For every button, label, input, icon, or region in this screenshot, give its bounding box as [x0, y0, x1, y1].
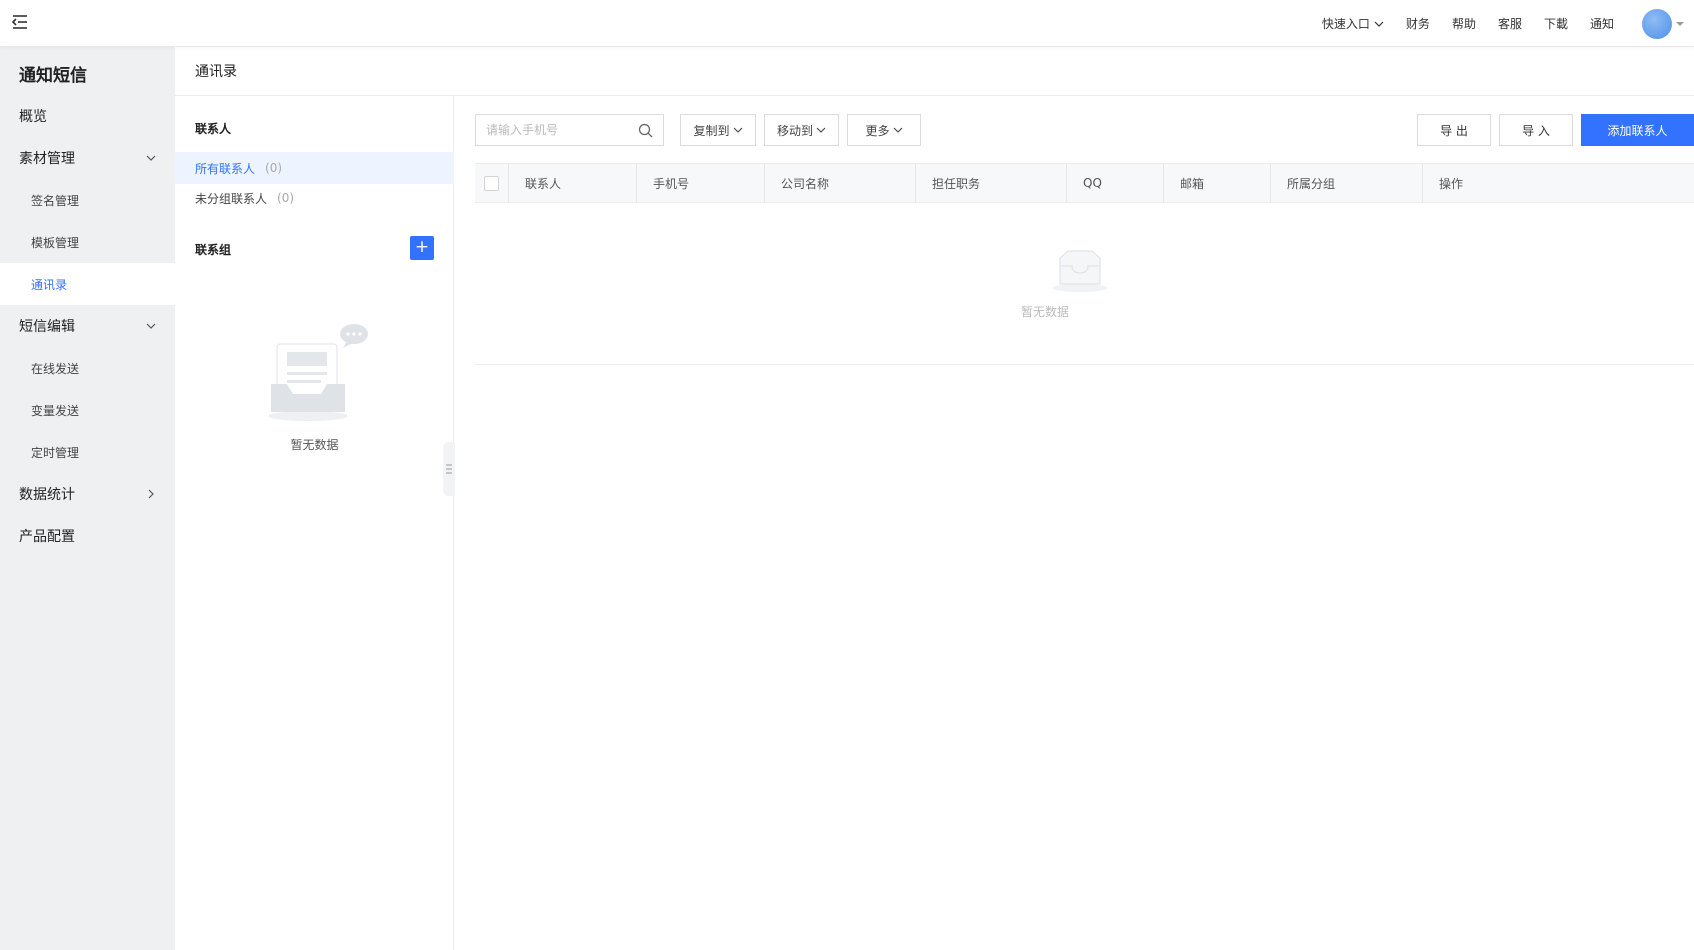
- sidebar-item-online-send[interactable]: 在线发送: [0, 347, 175, 389]
- quick-entry-label: 快速入口: [1321, 17, 1370, 31]
- sidebar: 通知短信 概览 素材管理 签名管理 模板管理 通讯录 短信编辑 在线发送 变量发…: [0, 47, 175, 950]
- sidebar-item-overview[interactable]: 概览: [0, 95, 175, 137]
- table-empty-body: 暂无数据: [475, 203, 1694, 365]
- main-content: 通讯录 联系人 所有联系人 (0) 未分组联系人 (0) 联系组 + 暂无数据: [175, 47, 1694, 950]
- col-header-company[interactable]: 公司名称: [765, 164, 916, 202]
- table-empty-text: 暂无数据: [1020, 305, 1069, 319]
- more-dropdown[interactable]: 更多: [847, 114, 921, 146]
- move-to-label: 移动到: [776, 123, 813, 138]
- chevron-down-icon: [893, 127, 902, 133]
- all-contacts-item[interactable]: 所有联系人 (0): [175, 152, 454, 184]
- col-header-position[interactable]: 担任职务: [916, 164, 1067, 202]
- sidebar-item-sms-edit[interactable]: 短信编辑: [0, 305, 175, 347]
- ungrouped-contacts-label: 未分组联系人: [195, 191, 268, 206]
- col-header-email[interactable]: 邮箱: [1164, 164, 1271, 202]
- chevron-down-icon: [1374, 21, 1384, 27]
- notice-link[interactable]: 通知: [1590, 15, 1614, 32]
- all-contacts-count: (0): [265, 161, 283, 175]
- chevron-down-icon: [733, 127, 742, 133]
- sidebar-item-contacts[interactable]: 通讯录: [0, 263, 175, 305]
- groups-empty-text: 暂无数据: [290, 438, 339, 452]
- empty-inbox-icon: [1052, 250, 1108, 292]
- add-contact-button[interactable]: 添加联系人: [1581, 114, 1694, 146]
- sidebar-item-label: 短信编辑: [19, 319, 75, 335]
- export-button[interactable]: 导 出: [1417, 114, 1491, 146]
- sidebar-item-timer[interactable]: 定时管理: [0, 431, 175, 473]
- page-title: 通讯录: [195, 64, 237, 80]
- phone-search-input[interactable]: [486, 123, 626, 137]
- sidebar-item-label: 数据统计: [19, 487, 75, 503]
- groups-section-title: 联系组: [195, 243, 232, 257]
- menu-toggle-icon[interactable]: [10, 12, 30, 32]
- quick-entry-dropdown[interactable]: 快速入口: [1322, 15, 1384, 32]
- sidebar-item-label: 素材管理: [19, 151, 75, 167]
- phone-search-box[interactable]: [475, 114, 664, 146]
- service-link[interactable]: 客服: [1498, 15, 1522, 32]
- download-link[interactable]: 下載: [1544, 15, 1568, 32]
- chevron-down-icon: [816, 127, 826, 133]
- sidebar-item-signature[interactable]: 签名管理: [0, 179, 175, 221]
- help-link[interactable]: 帮助: [1452, 15, 1476, 32]
- more-label: 更多: [865, 123, 890, 138]
- col-header-group[interactable]: 所属分组: [1271, 164, 1423, 202]
- empty-inbox-illustration-icon: [268, 324, 368, 421]
- caret-down-icon[interactable]: [1676, 21, 1684, 26]
- search-icon[interactable]: [638, 123, 653, 138]
- table-header: 联系人 手机号 公司名称 担任职务 QQ 邮箱 所属分组 操作: [475, 163, 1694, 203]
- collapse-panel-handle-icon[interactable]: [443, 442, 455, 496]
- select-all-checkbox[interactable]: [484, 175, 499, 191]
- sidebar-item-config[interactable]: 产品配置: [0, 515, 175, 557]
- col-header-contact[interactable]: 联系人: [509, 164, 637, 202]
- sidebar-item-material[interactable]: 素材管理: [0, 137, 175, 179]
- ungrouped-contacts-item[interactable]: 未分组联系人 (0): [175, 182, 454, 214]
- page-header: 通讯录: [175, 47, 1694, 96]
- all-contacts-label: 所有联系人: [195, 161, 256, 176]
- col-header-qq[interactable]: QQ: [1067, 164, 1164, 202]
- select-all-cell: [475, 164, 509, 202]
- avatar[interactable]: [1642, 8, 1672, 39]
- sidebar-item-template[interactable]: 模板管理: [0, 221, 175, 263]
- sidebar-item-label: 产品配置: [19, 529, 75, 545]
- product-title: 通知短信: [19, 66, 87, 86]
- sidebar-item-stats[interactable]: 数据统计: [0, 473, 175, 515]
- top-nav: 快速入口 财务 帮助 客服 下載 通知: [1322, 0, 1694, 47]
- add-group-button[interactable]: +: [410, 236, 434, 260]
- sidebar-item-label: 概览: [19, 109, 47, 125]
- contacts-section-title: 联系人: [195, 122, 232, 136]
- chevron-right-icon: [148, 489, 154, 499]
- chevron-down-icon: [146, 323, 156, 329]
- copy-to-dropdown[interactable]: 复制到: [680, 114, 756, 146]
- top-bar: 快速入口 财务 帮助 客服 下載 通知: [0, 0, 1694, 47]
- move-to-dropdown[interactable]: 移动到: [764, 114, 839, 146]
- contacts-table-panel: 复制到 移动到 更多 导 出 导 入 添加联系人 联系人 手机号 公司名称 担任…: [455, 96, 1694, 950]
- copy-to-label: 复制到: [693, 123, 730, 138]
- import-button[interactable]: 导 入: [1499, 114, 1573, 146]
- ungrouped-contacts-count: (0): [277, 191, 295, 205]
- chevron-down-icon: [146, 155, 156, 161]
- sidebar-item-variable-send[interactable]: 变量发送: [0, 389, 175, 431]
- finance-link[interactable]: 财务: [1406, 15, 1430, 32]
- contacts-panel: 联系人 所有联系人 (0) 未分组联系人 (0) 联系组 + 暂无数据: [175, 96, 455, 950]
- col-header-phone[interactable]: 手机号: [637, 164, 765, 202]
- contacts-table: 联系人 手机号 公司名称 担任职务 QQ 邮箱 所属分组 操作 暂无数据: [475, 163, 1694, 365]
- col-header-actions: 操作: [1439, 176, 1464, 191]
